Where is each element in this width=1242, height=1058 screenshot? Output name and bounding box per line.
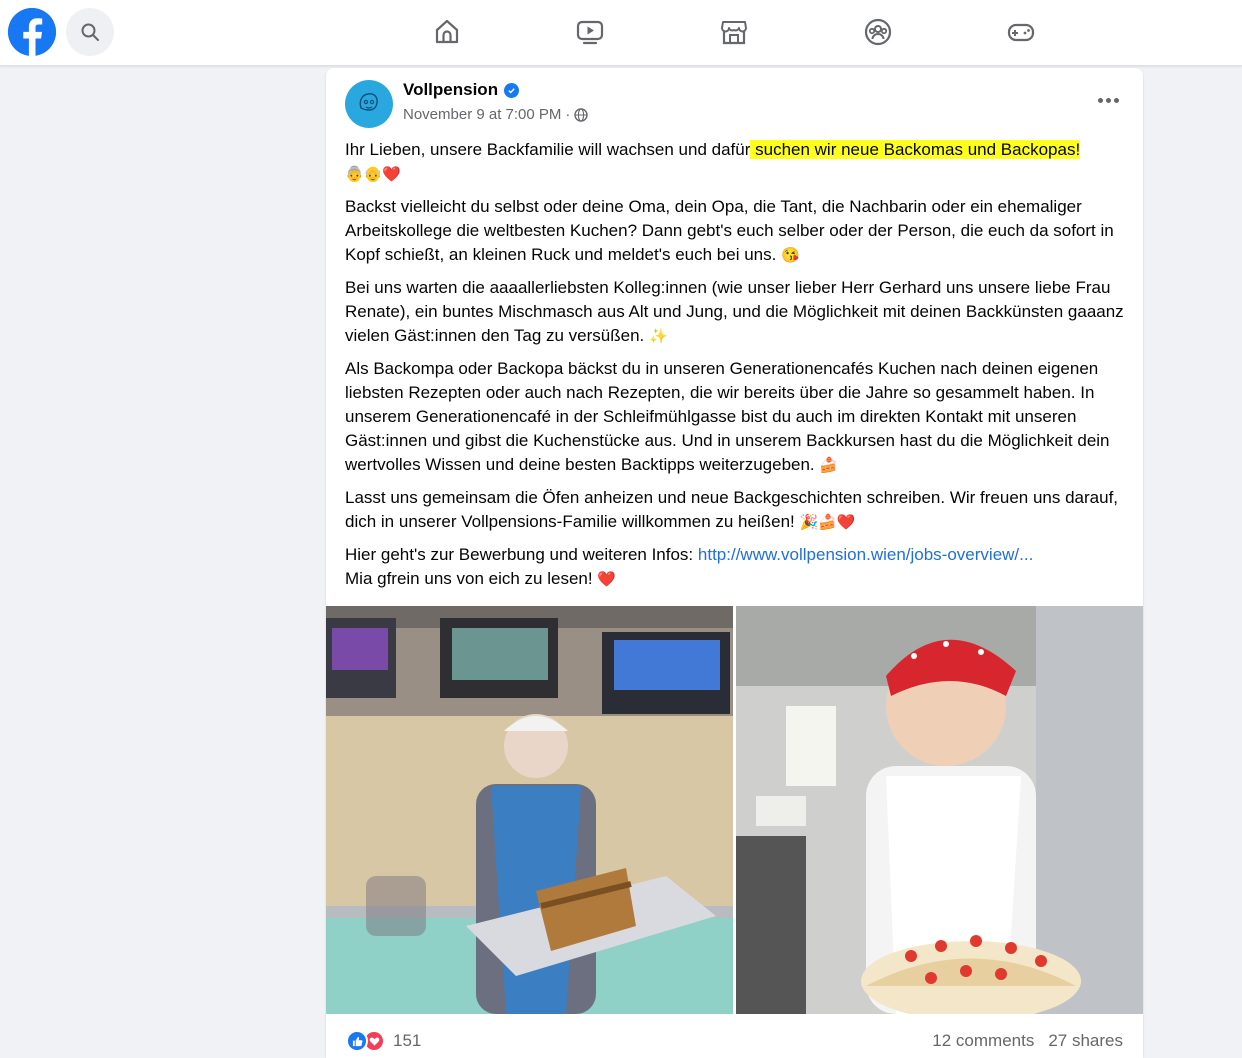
emoji-group: 🎉🍰❤️ — [799, 514, 856, 531]
verified-badge-icon — [504, 82, 520, 98]
top-navigation-bar — [0, 0, 1242, 66]
groups-icon — [864, 18, 892, 46]
reaction-summary[interactable]: 151 — [346, 1030, 421, 1052]
photo-baker-man[interactable] — [326, 606, 733, 1014]
nav-watch[interactable] — [572, 14, 608, 50]
nav-groups[interactable] — [860, 14, 896, 50]
post-paragraph: Hier geht's zur Bewerbung und weiteren I… — [345, 543, 1130, 592]
emoji-group: ✨ — [649, 328, 668, 345]
facebook-f-icon — [8, 8, 56, 56]
photo-baker-woman[interactable] — [736, 606, 1143, 1014]
more-options-icon[interactable] — [1093, 90, 1123, 110]
paragraph-text: Bei uns warten die aaaallerliebsten Koll… — [345, 278, 1124, 345]
search-icon — [81, 23, 99, 41]
paragraph-text: Lasst uns gemeinsam die Öfen anheizen un… — [345, 488, 1119, 531]
application-link[interactable]: http://www.vollpension.wien/jobs-overvie… — [698, 545, 1033, 564]
post-card: Vollpension November 9 at 7:00 PM · Ihr … — [326, 68, 1143, 1058]
post-paragraph: Backst vielleicht du selbst oder deine O… — [345, 195, 1130, 268]
post-paragraph: Ihr Lieben, unsere Backfamilie will wach… — [345, 138, 1130, 187]
globe-icon[interactable] — [574, 107, 589, 122]
home-icon — [435, 19, 459, 44]
post-timestamp[interactable]: November 9 at 7:00 PM — [403, 106, 561, 123]
post-footer: 151 12 comments 27 shares — [326, 1026, 1143, 1058]
paragraph-text: Backst vielleicht du selbst oder deine O… — [345, 197, 1114, 264]
photo-man-with-cake — [326, 606, 733, 1014]
meta-separator: · — [565, 106, 571, 123]
search-button[interactable] — [66, 8, 114, 56]
emoji-group: ❤️ — [597, 571, 617, 588]
post-message: Ihr Lieben, unsere Backfamilie will wach… — [345, 138, 1130, 600]
post-paragraph: Bei uns warten die aaaallerliebsten Koll… — [345, 276, 1130, 349]
paragraph-text: Mia gfrein uns von eich zu lesen! — [345, 569, 593, 588]
reaction-count[interactable]: 151 — [393, 1031, 421, 1051]
engagement-counts: 12 comments 27 shares — [932, 1031, 1123, 1051]
author-name[interactable]: Vollpension — [403, 80, 498, 100]
post-author[interactable]: Vollpension — [403, 80, 520, 100]
paragraph-text: Ihr Lieben, unsere Backfamilie will wach… — [345, 140, 751, 159]
shares-count[interactable]: 27 shares — [1048, 1031, 1123, 1051]
emoji-group: 👵👴❤️ — [345, 166, 402, 183]
photo-woman-with-cake — [736, 606, 1143, 1014]
facebook-logo[interactable] — [8, 8, 56, 56]
post-photos — [326, 606, 1143, 1014]
vollpension-logo-icon — [350, 85, 388, 123]
marketplace-icon — [721, 21, 747, 45]
page-avatar[interactable] — [345, 80, 393, 128]
nav-gaming[interactable] — [1003, 14, 1039, 50]
post-paragraph: Als Backompa oder Backopa bäckst du in u… — [345, 357, 1130, 478]
paragraph-text: Hier geht's zur Bewerbung und weiteren I… — [345, 545, 698, 564]
post-paragraph: Lasst uns gemeinsam die Öfen anheizen un… — [345, 486, 1130, 535]
highlighted-text: suchen wir neue Backomas und Backopas! — [750, 140, 1081, 159]
paragraph-text: Als Backompa oder Backopa bäckst du in u… — [345, 359, 1110, 474]
nav-home[interactable] — [429, 14, 465, 50]
emoji-group: 😘 — [781, 247, 800, 264]
like-reaction-icon — [346, 1030, 368, 1052]
post-meta: November 9 at 7:00 PM · — [403, 106, 589, 123]
comments-count[interactable]: 12 comments — [932, 1031, 1034, 1051]
emoji-group: 🍰 — [819, 457, 839, 474]
gaming-icon — [1007, 23, 1035, 42]
nav-marketplace[interactable] — [716, 14, 752, 50]
watch-icon — [576, 20, 604, 45]
